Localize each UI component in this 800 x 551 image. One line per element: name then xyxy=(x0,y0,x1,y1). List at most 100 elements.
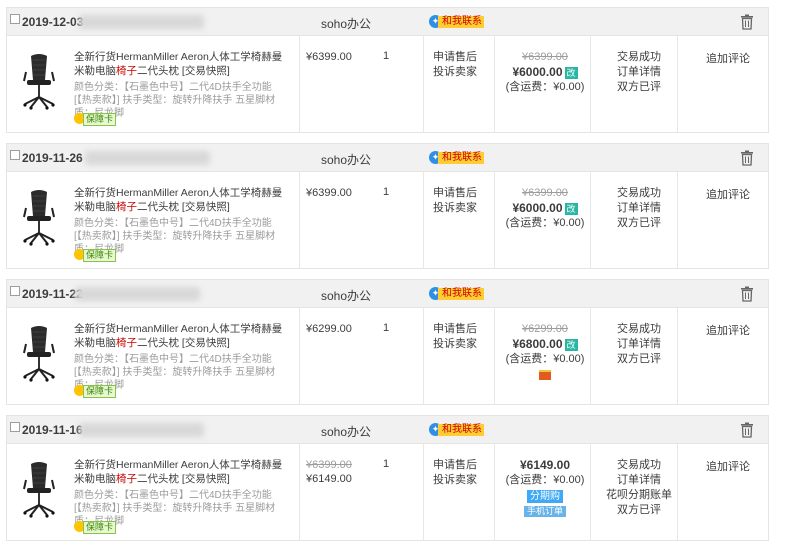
installment-badge: 分期购 xyxy=(527,490,563,503)
shop-name-link[interactable]: soho办公 xyxy=(321,151,371,168)
order-status-link[interactable]: 订单详情 xyxy=(599,201,679,216)
product-thumbnail[interactable] xyxy=(15,322,63,382)
guarantee-card-label: 保障卡 xyxy=(83,521,117,534)
order-body: 全新行货HermanMiller Aeron人体工学椅赫曼米勒电脑椅子二代头枕 … xyxy=(6,308,769,405)
add-review-link[interactable]: 追加评论 xyxy=(693,322,763,338)
apply-after-sales-link[interactable]: 申请售后 xyxy=(433,322,477,337)
order-number-redacted xyxy=(85,151,210,165)
shop-name-link[interactable]: soho办公 xyxy=(321,423,371,440)
order-checkbox[interactable] xyxy=(10,14,20,24)
complain-seller-link[interactable]: 投诉卖家 xyxy=(433,201,477,216)
mobile-order-badge: 手机订单 xyxy=(523,506,566,517)
order-date: 2019-11-16 xyxy=(22,423,83,437)
unit-price-original: ¥6399.00 xyxy=(306,459,352,471)
snapshot-link[interactable]: 二代头枕 [交易快照] xyxy=(137,201,230,213)
unit-price-value: ¥6399.00 xyxy=(306,187,352,199)
guarantee-card-label: 保障卡 xyxy=(83,249,117,262)
order-status: 交易成功订单详情 双方已评 xyxy=(599,322,679,367)
add-review-link[interactable]: 追加评论 xyxy=(693,186,763,202)
order-body: 全新行货HermanMiller Aeron人体工学椅赫曼米勒电脑椅子二代头枕 … xyxy=(6,36,769,133)
product-title-link[interactable]: 全新行货HermanMiller Aeron人体工学椅赫曼米勒电脑椅子二代头枕 … xyxy=(74,322,289,350)
snapshot-link[interactable]: 二代头枕 [交易快照] xyxy=(137,337,230,349)
order-checkbox[interactable] xyxy=(10,422,20,432)
trade-status: 交易成功 xyxy=(617,187,661,199)
order-status-link[interactable]: 双方已评 xyxy=(599,352,679,367)
trade-status: 交易成功 xyxy=(617,323,661,335)
snapshot-link[interactable]: 二代头枕 [交易快照] xyxy=(137,65,230,77)
apply-after-sales-link[interactable]: 申请售后 xyxy=(433,186,477,201)
complain-seller-link[interactable]: 投诉卖家 xyxy=(433,65,477,80)
contact-seller-label: 和我联系 xyxy=(438,288,484,300)
product-thumbnail[interactable] xyxy=(15,458,63,518)
actual-total-value: ¥6149.00 xyxy=(519,458,571,472)
shipping-fee: (含运费：¥0.00) xyxy=(505,474,585,486)
apply-after-sales-link[interactable]: 申请售后 xyxy=(433,50,477,65)
order-status: 交易成功订单详情 双方已评 xyxy=(599,50,679,95)
contact-seller-label: 和我联系 xyxy=(438,152,484,164)
unit-price: ¥6399.00 xyxy=(306,50,352,64)
payment-info: ¥6399.00 ¥6000.00 改 (含运费：¥0.00) xyxy=(500,186,590,231)
order-checkbox[interactable] xyxy=(10,150,20,160)
after-sales: 申请售后 投诉卖家 xyxy=(433,322,477,352)
shipping-fee: (含运费：¥0.00) xyxy=(505,353,585,365)
order-status-link[interactable]: 双方已评 xyxy=(599,80,679,95)
unit-price: ¥6399.00 ¥6149.00 xyxy=(306,458,352,486)
product-title-link[interactable]: 全新行货HermanMiller Aeron人体工学椅赫曼米勒电脑椅子二代头枕 … xyxy=(74,50,289,78)
order-header: 2019-11-26 soho办公 ✦ 和我联系 xyxy=(6,143,769,172)
product-title-link[interactable]: 全新行货HermanMiller Aeron人体工学椅赫曼米勒电脑椅子二代头枕 … xyxy=(74,458,289,486)
product-title-link[interactable]: 全新行货HermanMiller Aeron人体工学椅赫曼米勒电脑椅子二代头枕 … xyxy=(74,186,289,214)
product-thumbnail[interactable] xyxy=(15,50,63,110)
after-sales: 申请售后 投诉卖家 xyxy=(433,50,477,80)
delete-order-icon[interactable] xyxy=(740,286,754,302)
product-title-keyword: 椅子 xyxy=(116,473,137,485)
delete-order-icon[interactable] xyxy=(740,14,754,30)
order-status-link[interactable]: 花呗分期账单 xyxy=(599,488,679,503)
order-status-link[interactable]: 双方已评 xyxy=(599,216,679,231)
product-title-keyword: 椅子 xyxy=(116,65,137,77)
order-number-redacted xyxy=(79,423,204,437)
order-checkbox[interactable] xyxy=(10,286,20,296)
original-total: ¥6299.00 xyxy=(522,323,568,335)
shop-name-link[interactable]: soho办公 xyxy=(321,287,371,304)
quantity: 1 xyxy=(383,50,390,62)
order-header: 2019-11-22 soho办公 ✦ 和我联系 xyxy=(6,279,769,308)
trade-status: 交易成功 xyxy=(617,51,661,63)
snapshot-link[interactable]: 二代头枕 [交易快照] xyxy=(137,473,230,485)
order-status-link[interactable]: 双方已评 xyxy=(599,503,679,518)
product-title-keyword: 椅子 xyxy=(116,201,137,213)
actual-total-value: ¥6000.00 xyxy=(512,65,563,79)
unit-price-value: ¥6149.00 xyxy=(306,473,352,485)
unit-price: ¥6299.00 xyxy=(306,322,352,336)
order-status-link[interactable]: 订单详情 xyxy=(599,473,679,488)
complain-seller-link[interactable]: 投诉卖家 xyxy=(433,337,477,352)
shipping-fee: (含运费：¥0.00) xyxy=(505,81,585,93)
add-review-link[interactable]: 追加评论 xyxy=(693,50,763,66)
delete-order-icon[interactable] xyxy=(740,422,754,438)
order-date: 2019-12-03 xyxy=(22,15,84,29)
credit-card-icon xyxy=(539,370,551,380)
order-status: 交易成功订单详情 双方已评 xyxy=(599,186,679,231)
apply-after-sales-link[interactable]: 申请售后 xyxy=(433,458,477,473)
price-modified-badge: 改 xyxy=(564,203,578,215)
order-status-link[interactable]: 订单详情 xyxy=(599,337,679,352)
complain-seller-link[interactable]: 投诉卖家 xyxy=(433,473,477,488)
actual-total-value: ¥6000.00 xyxy=(512,201,563,215)
product-thumbnail[interactable] xyxy=(15,186,63,246)
order-status-link[interactable]: 订单详情 xyxy=(599,65,679,80)
payment-info: ¥6399.00 ¥6000.00 改 (含运费：¥0.00) xyxy=(500,50,590,95)
quantity: 1 xyxy=(383,322,390,334)
actual-total: ¥6800.00 改 xyxy=(500,337,590,352)
shop-name-link[interactable]: soho办公 xyxy=(321,15,371,32)
contact-seller-label: 和我联系 xyxy=(438,16,484,28)
contact-seller-label: 和我联系 xyxy=(438,424,484,436)
payment-badges xyxy=(500,367,590,385)
actual-total-value: ¥6800.00 xyxy=(512,337,563,351)
delete-order-icon[interactable] xyxy=(740,150,754,166)
quantity: 1 xyxy=(383,458,390,470)
order-header: 2019-11-16 soho办公 ✦ 和我联系 xyxy=(6,415,769,444)
add-review-link[interactable]: 追加评论 xyxy=(693,458,763,474)
actual-total: ¥6000.00 改 xyxy=(500,201,590,216)
order-number-redacted xyxy=(75,287,200,301)
original-total: ¥6399.00 xyxy=(522,187,568,199)
price-modified-badge: 改 xyxy=(564,67,578,79)
